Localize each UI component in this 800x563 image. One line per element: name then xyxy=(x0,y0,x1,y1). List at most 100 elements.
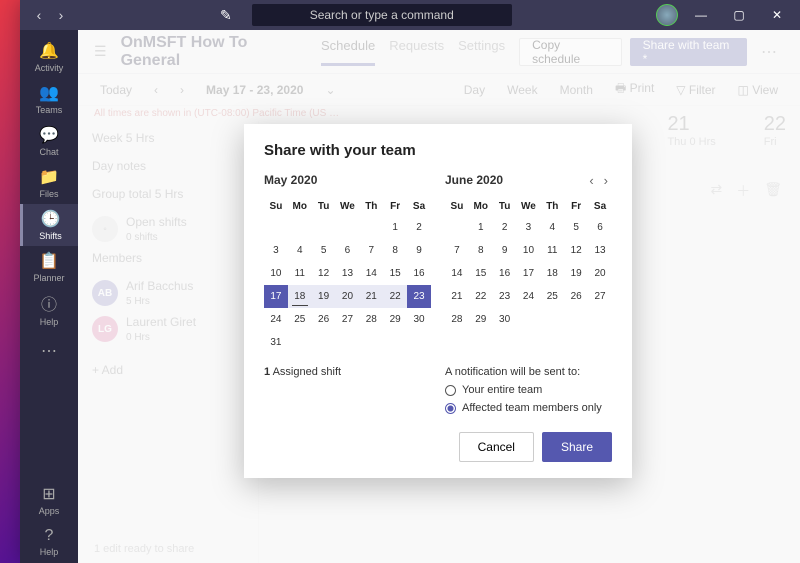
rail-shifts[interactable]: 🕒Shifts xyxy=(20,204,78,246)
calendar-day[interactable]: 6 xyxy=(336,239,360,262)
radio-entire-team[interactable]: Your entire team xyxy=(445,384,612,396)
calendar-day[interactable]: 20 xyxy=(588,262,612,285)
app-rail: 🔔Activity 👥Teams 💬Chat 📁Files 🕒Shifts 📋P… xyxy=(20,30,78,563)
calendar-day[interactable]: 5 xyxy=(564,216,588,239)
calendar-day[interactable]: 13 xyxy=(588,239,612,262)
nav-fwd-icon[interactable]: › xyxy=(52,7,70,23)
calendar-day[interactable]: 17 xyxy=(264,285,288,308)
shifts-icon: 🕒 xyxy=(41,209,61,229)
calendar-day[interactable]: 9 xyxy=(493,239,517,262)
calendar-day[interactable]: 3 xyxy=(517,216,541,239)
calendar-day[interactable]: 22 xyxy=(383,285,407,308)
calendar-day[interactable]: 11 xyxy=(288,262,312,285)
calendar-day[interactable]: 17 xyxy=(517,262,541,285)
rail-chat[interactable]: 💬Chat xyxy=(20,120,78,162)
calendar-day[interactable]: 14 xyxy=(445,262,469,285)
calendar-day[interactable]: 19 xyxy=(312,285,336,308)
dialog-title: Share with your team xyxy=(264,142,612,159)
calendar-day[interactable]: 3 xyxy=(264,239,288,262)
calendar-day[interactable]: 26 xyxy=(312,308,336,331)
calendar-day[interactable]: 28 xyxy=(445,308,469,331)
calendar-day[interactable]: 23 xyxy=(407,285,431,308)
calendar-day[interactable]: 22 xyxy=(469,285,493,308)
rail-help[interactable]: ⓘHelp xyxy=(20,288,78,330)
rail-help2[interactable]: ?Help xyxy=(20,521,78,563)
calendar-day[interactable]: 28 xyxy=(359,308,383,331)
calendar-day[interactable]: 4 xyxy=(540,216,564,239)
calendar-day[interactable]: 18 xyxy=(288,285,312,308)
calendar-day xyxy=(336,216,360,239)
calendar-day[interactable]: 8 xyxy=(469,239,493,262)
cal-next-icon[interactable]: › xyxy=(604,173,608,188)
minimize-button[interactable]: — xyxy=(686,8,716,22)
calendar-day[interactable]: 2 xyxy=(407,216,431,239)
calendar-day[interactable]: 26 xyxy=(564,285,588,308)
maximize-button[interactable]: ▢ xyxy=(724,8,754,22)
calendar-day xyxy=(540,308,564,331)
calendar-day[interactable]: 12 xyxy=(564,239,588,262)
calendar-day[interactable]: 14 xyxy=(359,262,383,285)
calendar-day xyxy=(517,308,541,331)
calendar-day[interactable]: 29 xyxy=(469,308,493,331)
calendar-day xyxy=(445,216,469,239)
avatar[interactable] xyxy=(656,4,678,26)
rail-more[interactable]: ⋯ xyxy=(20,330,78,372)
calendar-day[interactable]: 8 xyxy=(383,239,407,262)
nav-back-icon[interactable]: ‹ xyxy=(30,7,48,23)
calendar-day[interactable]: 7 xyxy=(445,239,469,262)
calendar-day[interactable]: 24 xyxy=(517,285,541,308)
rail-apps[interactable]: ⊞Apps xyxy=(20,479,78,521)
calendar-day[interactable]: 25 xyxy=(540,285,564,308)
cancel-button[interactable]: Cancel xyxy=(459,432,534,462)
calendar-day[interactable]: 30 xyxy=(493,308,517,331)
rail-activity[interactable]: 🔔Activity xyxy=(20,36,78,78)
share-button[interactable]: Share xyxy=(542,432,612,462)
calendar-day[interactable]: 25 xyxy=(288,308,312,331)
calendar-day[interactable]: 4 xyxy=(288,239,312,262)
calendar-day[interactable]: 2 xyxy=(493,216,517,239)
cal-prev-icon[interactable]: ‹ xyxy=(589,173,593,188)
calendar-day[interactable]: 9 xyxy=(407,239,431,262)
assigned-count: 1 Assigned shift xyxy=(264,366,431,414)
calendar-day[interactable]: 15 xyxy=(469,262,493,285)
calendar-day[interactable]: 19 xyxy=(564,262,588,285)
calendar-day xyxy=(407,331,431,354)
close-button[interactable]: ✕ xyxy=(762,8,792,22)
calendar-day[interactable]: 10 xyxy=(264,262,288,285)
calendar-day[interactable]: 7 xyxy=(359,239,383,262)
calendar-day[interactable]: 30 xyxy=(407,308,431,331)
calendar-day[interactable]: 10 xyxy=(517,239,541,262)
rail-planner[interactable]: 📋Planner xyxy=(20,246,78,288)
calendar-day[interactable]: 1 xyxy=(469,216,493,239)
calendar-day[interactable]: 18 xyxy=(540,262,564,285)
compose-icon[interactable]: ✎ xyxy=(220,7,232,24)
calendar-day[interactable]: 23 xyxy=(493,285,517,308)
calendar-day xyxy=(359,331,383,354)
calendar-day[interactable]: 6 xyxy=(588,216,612,239)
rail-teams[interactable]: 👥Teams xyxy=(20,78,78,120)
calendar-day[interactable]: 20 xyxy=(336,285,360,308)
calendar-day xyxy=(383,331,407,354)
calendar-day[interactable]: 16 xyxy=(493,262,517,285)
calendar-day[interactable]: 27 xyxy=(336,308,360,331)
calendar-day[interactable]: 12 xyxy=(312,262,336,285)
calendar-day[interactable]: 1 xyxy=(383,216,407,239)
bell-icon: 🔔 xyxy=(39,41,59,61)
calendar-day[interactable]: 15 xyxy=(383,262,407,285)
search-input[interactable]: Search or type a command xyxy=(252,4,512,26)
radio-affected-only[interactable]: Affected team members only xyxy=(445,402,612,414)
calendar-day xyxy=(264,216,288,239)
calendar-day[interactable]: 29 xyxy=(383,308,407,331)
calendar-day[interactable]: 16 xyxy=(407,262,431,285)
calendar-day[interactable]: 13 xyxy=(336,262,360,285)
calendar-day[interactable]: 31 xyxy=(264,331,288,354)
calendar-day[interactable]: 5 xyxy=(312,239,336,262)
rail-files[interactable]: 📁Files xyxy=(20,162,78,204)
apps-icon: ⊞ xyxy=(42,484,55,504)
calendar-day xyxy=(288,216,312,239)
calendar-day[interactable]: 27 xyxy=(588,285,612,308)
calendar-day[interactable]: 24 xyxy=(264,308,288,331)
calendar-day[interactable]: 11 xyxy=(540,239,564,262)
calendar-day[interactable]: 21 xyxy=(359,285,383,308)
calendar-day[interactable]: 21 xyxy=(445,285,469,308)
